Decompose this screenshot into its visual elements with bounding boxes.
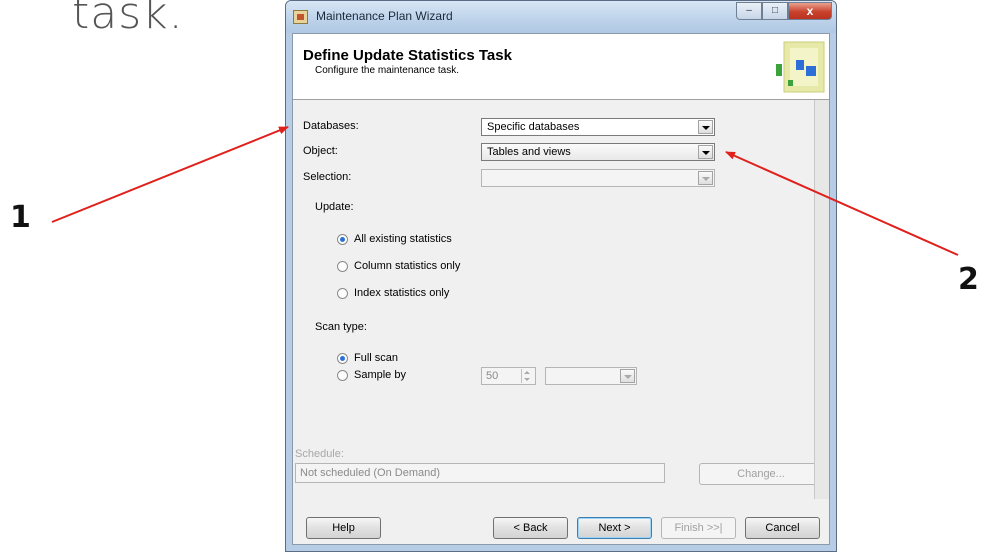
- change-schedule-button[interactable]: Change...: [699, 463, 823, 485]
- selection-label: Selection:: [303, 171, 352, 183]
- update-option-label: Column statistics only: [354, 260, 461, 272]
- wizard-window: Maintenance Plan Wizard – □ x Define Upd…: [285, 0, 837, 552]
- vertical-scrollbar[interactable]: [814, 100, 829, 499]
- radio-icon[interactable]: [337, 370, 348, 381]
- app-icon: [293, 10, 308, 24]
- update-option-label: All existing statistics: [354, 233, 452, 245]
- chevron-down-icon[interactable]: [698, 145, 713, 159]
- callout-arrow-1: [51, 126, 289, 223]
- chevron-down-icon: [698, 171, 713, 185]
- sample-value: 50: [486, 370, 499, 382]
- wizard-icon: [776, 41, 825, 93]
- callout-1: 1: [10, 200, 31, 235]
- object-value: Tables and views: [487, 146, 571, 158]
- back-button[interactable]: < Back: [493, 517, 568, 539]
- help-button[interactable]: Help: [306, 517, 381, 539]
- object-label: Object:: [303, 145, 338, 157]
- schedule-value: Not scheduled (On Demand): [300, 467, 441, 479]
- page-title: Define Update Statistics Task: [303, 47, 512, 64]
- window-controls: – □ x: [736, 2, 832, 20]
- databases-value: Specific databases: [487, 121, 580, 133]
- radio-icon[interactable]: [337, 261, 348, 272]
- chevron-down-icon: [620, 369, 635, 383]
- wizard-client: Define Update Statistics Task Configure …: [292, 33, 830, 545]
- update-option-label: Index statistics only: [354, 287, 450, 299]
- databases-dropdown[interactable]: Specific databases: [481, 118, 715, 136]
- minimize-button[interactable]: –: [736, 2, 762, 20]
- callout-2: 2: [958, 262, 979, 297]
- radio-checked-icon[interactable]: [337, 353, 348, 364]
- chevron-down-icon[interactable]: [698, 120, 713, 134]
- radio-checked-icon[interactable]: [337, 234, 348, 245]
- databases-label: Databases:: [303, 120, 359, 132]
- sample-unit-dropdown[interactable]: [545, 367, 637, 385]
- scan-option-label: Sample by: [354, 369, 406, 381]
- maximize-button[interactable]: □: [762, 2, 788, 20]
- close-button[interactable]: x: [788, 2, 832, 20]
- sample-percent-stepper[interactable]: 50: [481, 367, 536, 385]
- window-title: Maintenance Plan Wizard: [316, 9, 453, 23]
- finish-button[interactable]: Finish >>|: [661, 517, 736, 539]
- next-button[interactable]: Next >: [577, 517, 652, 539]
- object-dropdown[interactable]: Tables and views: [481, 143, 715, 161]
- update-label: Update:: [315, 201, 354, 213]
- selection-dropdown[interactable]: [481, 169, 715, 187]
- scan-option-label: Full scan: [354, 352, 399, 364]
- wizard-content: Databases: Specific databases Object: Ta…: [293, 100, 823, 544]
- slide-text: task.: [72, 0, 184, 39]
- page-subtitle: Configure the maintenance task.: [315, 65, 459, 76]
- spin-arrows-icon[interactable]: [521, 369, 534, 383]
- radio-icon[interactable]: [337, 288, 348, 299]
- cancel-button[interactable]: Cancel: [745, 517, 820, 539]
- wizard-header: Define Update Statistics Task Configure …: [293, 34, 829, 100]
- scan-type-label: Scan type:: [315, 321, 367, 333]
- title-bar[interactable]: Maintenance Plan Wizard – □ x: [286, 1, 836, 33]
- schedule-field[interactable]: Not scheduled (On Demand): [295, 463, 665, 483]
- schedule-label: Schedule:: [295, 448, 344, 460]
